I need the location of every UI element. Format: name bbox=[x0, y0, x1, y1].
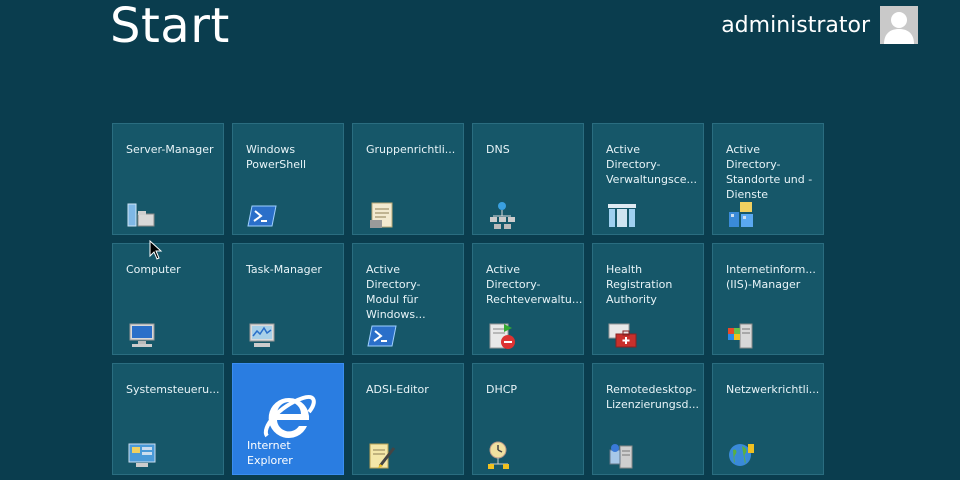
tile-label: Computer bbox=[126, 263, 181, 276]
iis-manager-icon bbox=[728, 323, 753, 349]
tile-ad-powershell[interactable]: Active Directory- Modul für Windows... bbox=[352, 243, 464, 355]
server-manager-icon bbox=[127, 203, 155, 227]
adsi-editor-icon bbox=[369, 443, 396, 469]
tile-label: Netzwerkrichtli... bbox=[726, 383, 820, 396]
tile-label: Internet Explorer bbox=[247, 439, 293, 467]
tile-label: ADSI-Editor bbox=[366, 383, 429, 396]
tile-label: Server-Manager bbox=[126, 143, 214, 156]
control-panel-icon bbox=[128, 443, 156, 467]
tile-adsi-editor[interactable]: ADSI-Editor bbox=[352, 363, 464, 475]
tile-dns[interactable]: DNS bbox=[472, 123, 584, 235]
tile-internet-explorer[interactable]: Internet Explorer bbox=[232, 363, 344, 475]
user-name: administrator bbox=[721, 12, 870, 38]
user-account[interactable]: administrator bbox=[721, 6, 918, 44]
tile-label: Health Registration Authority bbox=[606, 263, 673, 306]
task-manager-icon bbox=[249, 323, 275, 347]
remote-desktop-licensing-icon bbox=[609, 444, 633, 469]
ad-sites-icon bbox=[729, 202, 753, 227]
tile-group-policy[interactable]: Gruppenrichtli... bbox=[352, 123, 464, 235]
tile-label: Internetinform... (IIS)-Manager bbox=[726, 263, 816, 291]
tile-label: Task-Manager bbox=[246, 263, 322, 276]
tile-ad-sites[interactable]: Active Directory- Standorte und - Dienst… bbox=[712, 123, 824, 235]
tile-network-policy[interactable]: Netzwerkrichtli... bbox=[712, 363, 824, 475]
mouse-cursor-icon bbox=[149, 240, 163, 260]
tile-powershell[interactable]: Windows PowerShell bbox=[232, 123, 344, 235]
tile-ad-admin-center[interactable]: Active Directory- Verwaltungsce... bbox=[592, 123, 704, 235]
tile-iis-manager[interactable]: Internetinform... (IIS)-Manager bbox=[712, 243, 824, 355]
ad-powershell-icon bbox=[367, 325, 397, 347]
tile-label: Windows PowerShell bbox=[246, 143, 307, 171]
page-title: Start bbox=[110, 0, 230, 54]
dns-icon bbox=[490, 202, 515, 229]
tile-label: Active Directory- Modul für Windows... bbox=[366, 263, 426, 321]
tile-label: Active Directory- Verwaltungsce... bbox=[606, 143, 698, 186]
user-silhouette-icon bbox=[884, 12, 914, 44]
tile-label: Gruppenrichtli... bbox=[366, 143, 456, 156]
tile-ad-rights[interactable]: Active Directory- Rechteverwaltu... bbox=[472, 243, 584, 355]
health-registration-icon bbox=[608, 323, 637, 348]
network-policy-icon bbox=[729, 444, 754, 466]
ad-rights-icon bbox=[489, 323, 515, 349]
tile-remote-desktop-licensing[interactable]: Remotedesktop- Lizenzierungsd... bbox=[592, 363, 704, 475]
computer-icon bbox=[129, 323, 155, 347]
powershell-icon bbox=[247, 205, 277, 227]
dhcp-icon bbox=[488, 441, 509, 469]
tile-label: Active Directory- Rechteverwaltu... bbox=[486, 263, 583, 306]
avatar[interactable] bbox=[880, 6, 918, 44]
tile-label: Remotedesktop- Lizenzierungsd... bbox=[606, 383, 699, 411]
tile-label: DHCP bbox=[486, 383, 518, 396]
tile-health-registration[interactable]: Health Registration Authority bbox=[592, 243, 704, 355]
ad-admin-center-icon bbox=[608, 204, 636, 227]
tile-computer[interactable]: Computer bbox=[112, 243, 224, 355]
tile-control-panel[interactable]: Systemsteueru... bbox=[112, 363, 224, 475]
tile-dhcp[interactable]: DHCP bbox=[472, 363, 584, 475]
tile-task-manager[interactable]: Task-Manager bbox=[232, 243, 344, 355]
tile-label: Active Directory- Standorte und - Dienst… bbox=[726, 143, 813, 201]
tile-label: Systemsteueru... bbox=[126, 383, 220, 396]
tile-label: DNS bbox=[486, 143, 510, 156]
group-policy-icon bbox=[370, 202, 393, 228]
tile-server-manager[interactable]: Server-Manager bbox=[112, 123, 224, 235]
